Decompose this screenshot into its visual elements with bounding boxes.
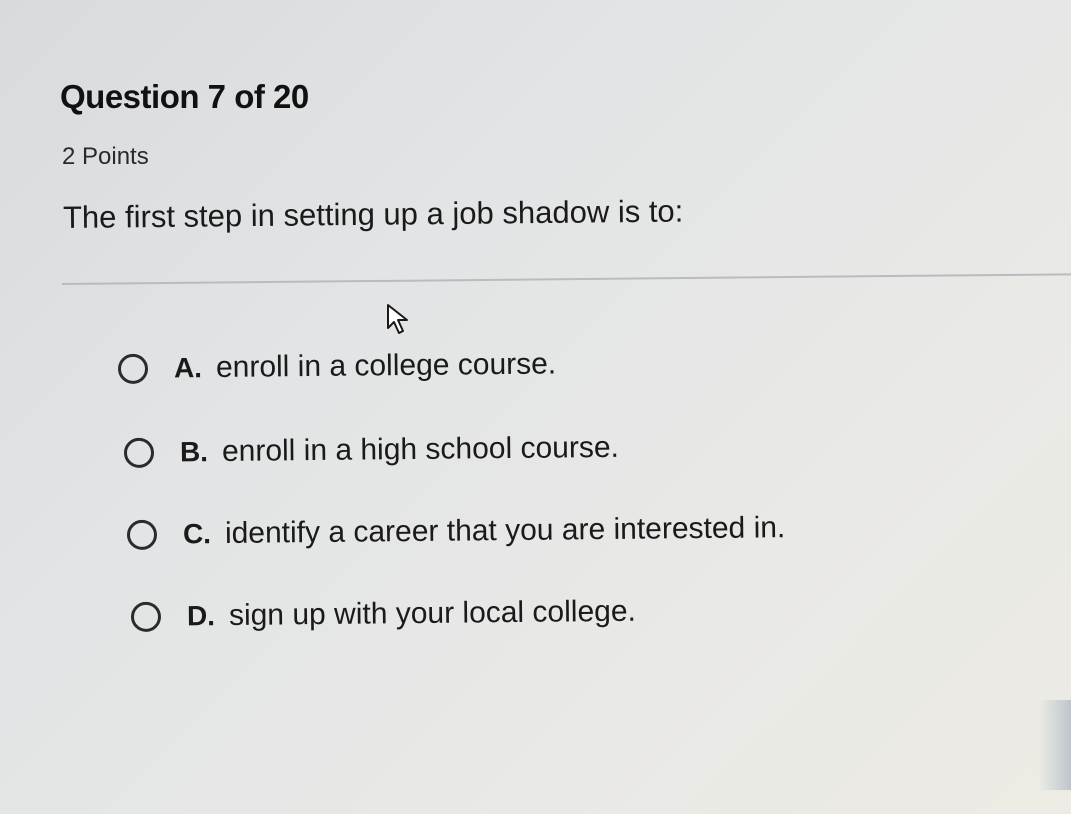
option-letter: B. xyxy=(179,436,209,468)
option-text: enroll in a college course. xyxy=(215,347,557,384)
option-letter: D. xyxy=(186,600,216,632)
answer-option-d[interactable]: D. sign up with your local college. xyxy=(130,594,637,634)
screen-edge-shadow xyxy=(1039,700,1071,790)
quiz-screen: Question 7 of 20 2 Points The first step… xyxy=(0,0,1071,814)
points-label: 2 Points xyxy=(62,143,149,170)
mouse-pointer-icon xyxy=(387,304,408,334)
option-letter: C. xyxy=(182,518,212,550)
option-text: identify a career that you are intereste… xyxy=(224,511,786,550)
radio-button-icon[interactable] xyxy=(123,437,155,468)
question-prompt: The first step in setting up a job shado… xyxy=(62,193,684,235)
answer-option-a[interactable]: A. enroll in a college course. xyxy=(117,347,557,386)
question-title: Question 7 of 20 xyxy=(60,78,309,115)
radio-button-icon[interactable] xyxy=(117,353,149,384)
option-letter: A. xyxy=(173,352,203,384)
radio-button-icon[interactable] xyxy=(126,519,158,550)
answer-option-b[interactable]: B. enroll in a high school course. xyxy=(123,430,620,470)
radio-button-icon[interactable] xyxy=(130,601,162,632)
option-text: enroll in a high school course. xyxy=(221,430,620,468)
option-text: sign up with your local college. xyxy=(228,594,637,632)
divider xyxy=(61,273,1071,285)
answer-option-c[interactable]: C. identify a career that you are intere… xyxy=(126,511,786,552)
